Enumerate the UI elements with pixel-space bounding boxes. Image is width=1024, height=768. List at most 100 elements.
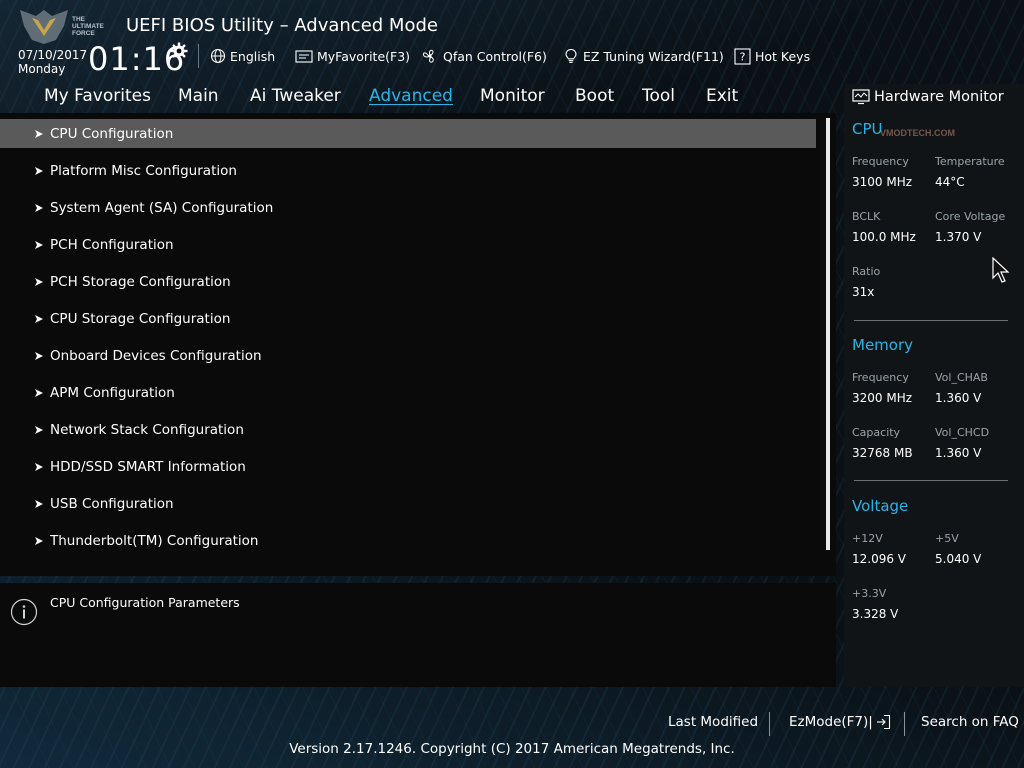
list-item[interactable]: Platform Misc Configuration [0,156,816,185]
list-item-label: PCH Configuration [50,236,174,253]
list-item[interactable]: Onboard Devices Configuration [0,341,816,370]
globe-icon [210,48,226,64]
cpu-core-voltage-label: Core Voltage [935,210,1006,223]
ezmode-button[interactable]: EzMode(F7)| [789,714,891,730]
arrow-right-icon [35,277,43,286]
hot-keys-label: Hot Keys [755,48,811,64]
list-item[interactable]: PCH Storage Configuration [0,267,816,296]
hardware-monitor-header: Hardware Monitor [852,86,1004,108]
list-item[interactable]: HDD/SSD SMART Information [0,452,816,481]
hardware-monitor-title: Hardware Monitor [874,89,1004,105]
search-faq-button[interactable]: Search on FAQ [921,714,1019,730]
arrow-right-icon [35,351,43,360]
advanced-menu-panel: CPU Configuration Platform Misc Configur… [0,113,836,576]
watermark: VMODTECH.COM [880,128,955,138]
myfavorite-button[interactable]: MyFavorite(F3) [295,46,410,66]
arrow-right-icon [35,314,43,323]
arrow-right-icon [35,240,43,249]
question-icon: ? [734,47,751,65]
tab-tool[interactable]: Tool [642,86,675,106]
description-panel: CPU Configuration Parameters [0,583,836,687]
date-display: 07/10/2017 [18,48,88,62]
vol-chcd-label: Vol_CHCD [935,426,990,439]
cpu-frequency-label: Frequency [852,155,909,168]
cpu-bclk-label: BCLK [852,210,881,223]
hot-keys-button[interactable]: ? Hot Keys [734,46,810,66]
list-item-label: HDD/SSD SMART Information [50,458,246,475]
tab-my-favorites[interactable]: My Favorites [44,86,151,106]
logo-tagline: THE ULTIMATE FORCE [72,16,104,37]
gear-icon[interactable] [170,42,188,60]
cpu-temperature-label: Temperature [935,155,1005,168]
arrow-right-icon [35,499,43,508]
memory-frequency-value: 3200 MHz [852,391,913,405]
tab-ai-tweaker[interactable]: Ai Tweaker [250,86,341,106]
list-item-label: USB Configuration [50,495,174,512]
fan-icon [422,49,434,63]
footer-divider [904,712,905,736]
tab-boot[interactable]: Boot [575,86,614,106]
arrow-right-icon [35,166,43,175]
list-item-label: System Agent (SA) Configuration [50,199,274,216]
v33-label: +3.3V [852,587,887,600]
tab-main[interactable]: Main [178,86,219,106]
cpu-bclk-value: 100.0 MHz [852,230,916,244]
memory-capacity-label: Capacity [852,426,901,439]
list-item[interactable]: PCH Configuration [0,230,816,259]
arrow-right-icon [35,536,43,545]
day-display: Monday [18,62,66,76]
tab-exit[interactable]: Exit [706,86,738,106]
cpu-temperature-value: 44°C [935,175,965,189]
list-item-label: Thunderbolt(TM) Configuration [50,532,259,549]
language-label: English [230,48,276,64]
section-divider [854,320,1008,321]
list-item-label: APM Configuration [50,384,175,401]
qfan-control-button[interactable]: Qfan Control(F6) [421,46,547,66]
section-divider [854,480,1008,481]
cpu-ratio-value: 31x [852,285,875,299]
tab-advanced[interactable]: Advanced [369,86,453,106]
v12-label: +12V [852,532,883,545]
mouse-cursor-icon [992,257,1010,283]
list-item[interactable]: CPU Storage Configuration [0,304,816,333]
list-item-label: Network Stack Configuration [50,421,244,438]
memory-frequency-label: Frequency [852,371,909,384]
svg-text:?: ? [740,50,746,63]
memory-section-title: Memory [852,336,914,354]
arrow-right-icon [35,203,43,212]
menu-tabs: My Favorites Main Ai Tweaker Advanced Mo… [0,82,836,112]
exit-arrow-icon [876,714,890,730]
list-item-label: PCH Storage Configuration [50,273,231,290]
tab-monitor[interactable]: Monitor [480,86,545,106]
list-item[interactable]: CPU Configuration [0,119,816,148]
header-divider [198,44,199,68]
list-item[interactable]: Thunderbolt(TM) Configuration [0,526,816,555]
arrow-right-icon [35,388,43,397]
v33-value: 3.328 V [852,607,899,621]
language-button[interactable]: English [210,46,275,66]
cpu-frequency-value: 3100 MHz [852,175,913,189]
list-item[interactable]: System Agent (SA) Configuration [0,193,816,222]
v5-label: +5V [935,532,959,545]
list-item[interactable]: USB Configuration [0,489,816,518]
description-text: CPU Configuration Parameters [50,595,240,610]
voltage-section-title: Voltage [852,497,909,515]
scrollbar[interactable] [826,118,830,550]
list-item[interactable]: APM Configuration [0,378,816,407]
favorite-icon [295,50,313,63]
arrow-right-icon [35,462,43,471]
cpu-section-title: CPU [852,120,883,138]
info-icon [10,598,38,626]
arrow-right-icon [35,425,43,434]
memory-capacity-value: 32768 MB [852,446,913,460]
v12-value: 12.096 V [852,552,907,566]
footer-divider [769,712,770,736]
ez-tuning-wizard-label: EZ Tuning Wizard(F11) [583,48,724,64]
app-title: UEFI BIOS Utility – Advanced Mode [126,15,438,36]
list-item-label: CPU Storage Configuration [50,310,231,327]
last-modified-button[interactable]: Last Modified [668,714,758,730]
vol-chcd-value: 1.360 V [935,446,982,460]
list-item-label: CPU Configuration [50,125,174,142]
ez-tuning-wizard-button[interactable]: EZ Tuning Wizard(F11) [563,46,724,66]
list-item[interactable]: Network Stack Configuration [0,415,816,444]
